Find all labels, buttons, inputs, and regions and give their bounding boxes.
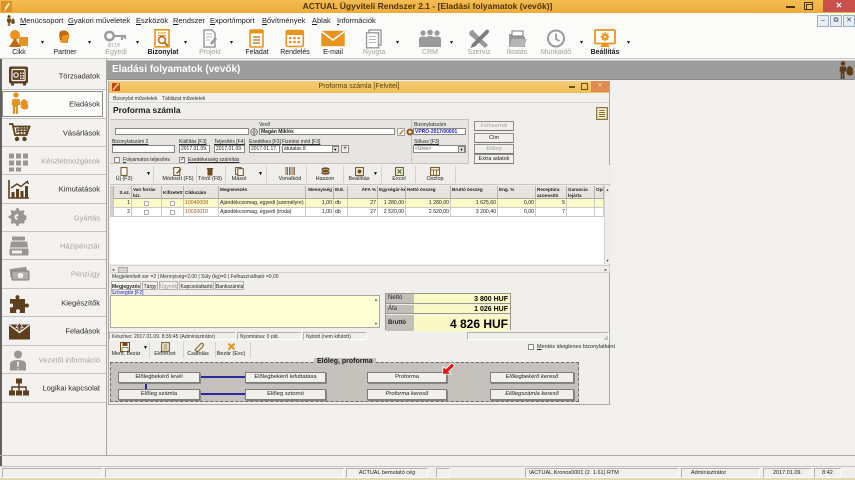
- svg-text:@110: @110: [108, 43, 120, 49]
